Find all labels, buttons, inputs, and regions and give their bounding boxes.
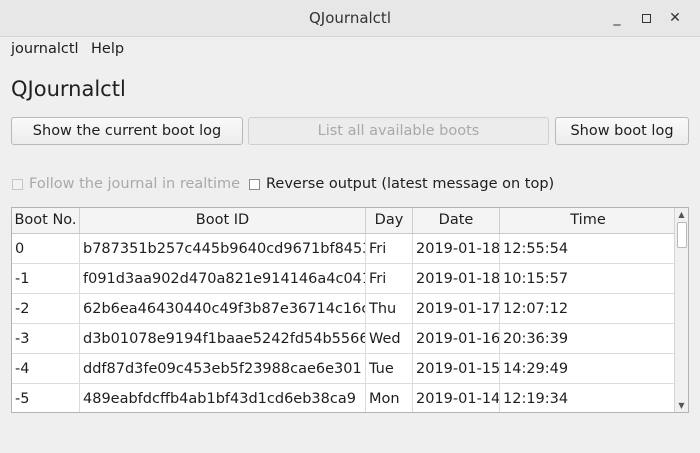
day-cell: Mon bbox=[366, 384, 413, 412]
date-cell: 2019-01-15 bbox=[413, 354, 500, 384]
date-cell: 2019-01-17 bbox=[413, 294, 500, 324]
boots-table[interactable]: Boot No. Boot ID Day Date Time 0 b787351b… bbox=[11, 207, 689, 413]
column-header-time[interactable]: Time bbox=[500, 208, 676, 233]
date-cell: 2019-01-16 bbox=[413, 324, 500, 354]
table-row[interactable]: -3 d3b01078e9194f1baae5242fd54b5566 Wed 201… bbox=[12, 324, 676, 354]
window-title: QJournalctl bbox=[309, 9, 391, 27]
menu-journalctl[interactable]: journalctl bbox=[11, 41, 79, 57]
time-cell: 20:36:39 bbox=[500, 324, 676, 354]
day-cell: Wed bbox=[366, 324, 413, 354]
scroll-down-icon[interactable]: ▼ bbox=[675, 399, 688, 412]
column-header-boot-id[interactable]: Boot ID bbox=[80, 208, 366, 233]
follow-realtime-checkbox[interactable]: Follow the journal in realtime bbox=[12, 176, 240, 192]
boot-id-cell: ddf87d3fe09c453eb5f23988cae6e301 bbox=[80, 354, 366, 384]
table-row[interactable]: -2 62b6ea46430440c49f3b87e36714c16c Thu 201… bbox=[12, 294, 676, 324]
table-row[interactable]: -5 489eabfdcffb4ab1bf43d1cd6eb38ca9 Mon 201… bbox=[12, 384, 676, 412]
reverse-output-label: Reverse output (latest message on top) bbox=[266, 176, 555, 192]
close-icon[interactable]: ✕ bbox=[665, 8, 685, 28]
list-all-boots-button[interactable]: List all available boots bbox=[248, 117, 549, 145]
time-cell: 10:15:57 bbox=[500, 264, 676, 294]
time-cell: 12:55:54 bbox=[500, 234, 676, 264]
scrollbar-thumb[interactable] bbox=[677, 222, 687, 248]
boot-id-cell: d3b01078e9194f1baae5242fd54b5566 bbox=[80, 324, 366, 354]
column-header-date[interactable]: Date bbox=[413, 208, 500, 233]
maximize-icon[interactable] bbox=[636, 8, 656, 28]
vertical-scrollbar[interactable]: ▲ ▼ bbox=[674, 208, 688, 412]
boot-id-cell: b787351b257c445b9640cd9671bf8453 bbox=[80, 234, 366, 264]
boot-id-cell: f091d3aa902d470a821e914146a4c041 bbox=[80, 264, 366, 294]
scroll-up-icon[interactable]: ▲ bbox=[675, 208, 688, 221]
boot-no-cell: -5 bbox=[12, 384, 80, 412]
boot-no-cell: -1 bbox=[12, 264, 80, 294]
table-row[interactable]: -4 ddf87d3fe09c453eb5f23988cae6e301 Tue 201… bbox=[12, 354, 676, 384]
minimize-icon[interactable]: _ bbox=[607, 8, 627, 28]
checkbox-box[interactable] bbox=[12, 178, 23, 190]
page-title: QJournalctl bbox=[11, 77, 126, 101]
show-current-boot-log-button[interactable]: Show the current boot log bbox=[11, 117, 243, 145]
follow-realtime-label: Follow the journal in realtime bbox=[29, 176, 241, 192]
column-header-boot-no[interactable]: Boot No. bbox=[12, 208, 80, 233]
date-cell: 2019-01-14 bbox=[413, 384, 500, 412]
table-row[interactable]: -1 f091d3aa902d470a821e914146a4c041 Fri 201… bbox=[12, 264, 676, 294]
day-cell: Fri bbox=[366, 264, 413, 294]
boot-no-cell: -3 bbox=[12, 324, 80, 354]
day-cell: Fri bbox=[366, 234, 413, 264]
checkbox-box[interactable] bbox=[249, 178, 260, 190]
menu-help[interactable]: Help bbox=[91, 41, 124, 57]
boot-no-cell: -2 bbox=[12, 294, 80, 324]
boot-id-cell: 489eabfdcffb4ab1bf43d1cd6eb38ca9 bbox=[80, 384, 366, 412]
boot-id-cell: 62b6ea46430440c49f3b87e36714c16c bbox=[80, 294, 366, 324]
table-header: Boot No. Boot ID Day Date Time bbox=[12, 208, 676, 234]
time-cell: 12:19:34 bbox=[500, 384, 676, 412]
show-boot-log-button[interactable]: Show boot log bbox=[555, 117, 689, 145]
day-cell: Tue bbox=[366, 354, 413, 384]
time-cell: 12:07:12 bbox=[500, 294, 676, 324]
title-bar[interactable]: QJournalctl _ ✕ bbox=[0, 0, 700, 37]
reverse-output-checkbox[interactable]: Reverse output (latest message on top) bbox=[249, 176, 554, 192]
table-row[interactable]: 0 b787351b257c445b9640cd9671bf8453 Fri 2019… bbox=[12, 234, 676, 264]
date-cell: 2019-01-18 bbox=[413, 264, 500, 294]
day-cell: Thu bbox=[366, 294, 413, 324]
date-cell: 2019-01-18 bbox=[413, 234, 500, 264]
time-cell: 14:29:49 bbox=[500, 354, 676, 384]
boot-no-cell: -4 bbox=[12, 354, 80, 384]
boot-no-cell: 0 bbox=[12, 234, 80, 264]
menu-bar: journalctl Help bbox=[0, 37, 700, 63]
column-header-day[interactable]: Day bbox=[366, 208, 413, 233]
